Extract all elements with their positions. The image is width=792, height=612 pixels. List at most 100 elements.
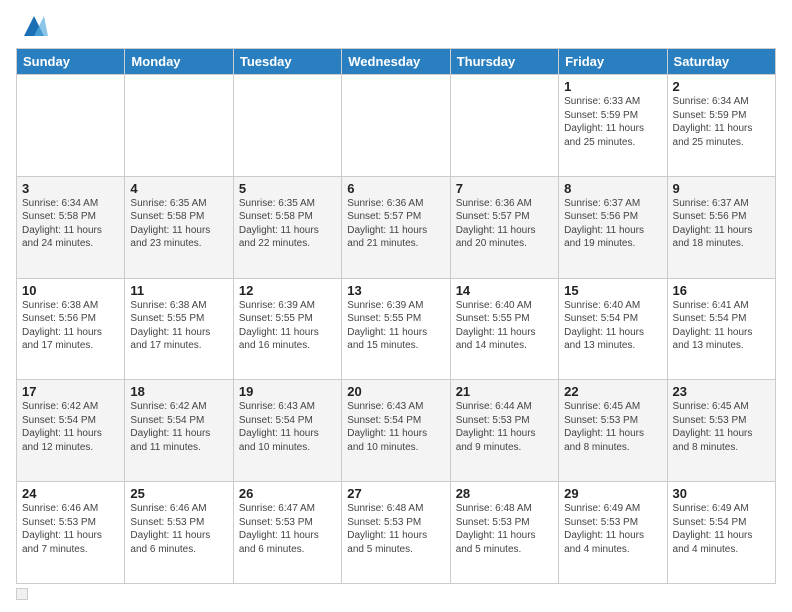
day-number: 1 [564,79,661,94]
calendar-cell: 16Sunrise: 6:41 AM Sunset: 5:54 PM Dayli… [667,278,775,380]
day-number: 23 [673,384,770,399]
day-info: Sunrise: 6:38 AM Sunset: 5:55 PM Dayligh… [130,299,227,353]
calendar-week-row: 1Sunrise: 6:33 AM Sunset: 5:59 PM Daylig… [17,75,776,177]
day-number: 24 [22,486,119,501]
day-info: Sunrise: 6:44 AM Sunset: 5:53 PM Dayligh… [456,400,553,454]
day-number: 13 [347,283,444,298]
day-info: Sunrise: 6:42 AM Sunset: 5:54 PM Dayligh… [130,400,227,454]
page: SundayMondayTuesdayWednesdayThursdayFrid… [0,0,792,612]
day-number: 30 [673,486,770,501]
day-info: Sunrise: 6:48 AM Sunset: 5:53 PM Dayligh… [456,502,553,556]
day-number: 8 [564,181,661,196]
day-info: Sunrise: 6:43 AM Sunset: 5:54 PM Dayligh… [347,400,444,454]
day-info: Sunrise: 6:39 AM Sunset: 5:55 PM Dayligh… [347,299,444,353]
calendar-cell: 23Sunrise: 6:45 AM Sunset: 5:53 PM Dayli… [667,380,775,482]
day-number: 28 [456,486,553,501]
calendar-cell: 2Sunrise: 6:34 AM Sunset: 5:59 PM Daylig… [667,75,775,177]
calendar-cell: 9Sunrise: 6:37 AM Sunset: 5:56 PM Daylig… [667,176,775,278]
day-info: Sunrise: 6:46 AM Sunset: 5:53 PM Dayligh… [22,502,119,556]
day-number: 21 [456,384,553,399]
day-number: 5 [239,181,336,196]
calendar-cell: 13Sunrise: 6:39 AM Sunset: 5:55 PM Dayli… [342,278,450,380]
logo [16,12,48,40]
day-number: 12 [239,283,336,298]
day-info: Sunrise: 6:38 AM Sunset: 5:56 PM Dayligh… [22,299,119,353]
calendar-cell: 24Sunrise: 6:46 AM Sunset: 5:53 PM Dayli… [17,482,125,584]
calendar-week-row: 17Sunrise: 6:42 AM Sunset: 5:54 PM Dayli… [17,380,776,482]
calendar-cell [125,75,233,177]
weekday-header-thursday: Thursday [450,49,558,75]
calendar-cell: 6Sunrise: 6:36 AM Sunset: 5:57 PM Daylig… [342,176,450,278]
calendar-cell: 12Sunrise: 6:39 AM Sunset: 5:55 PM Dayli… [233,278,341,380]
calendar-cell: 1Sunrise: 6:33 AM Sunset: 5:59 PM Daylig… [559,75,667,177]
day-number: 9 [673,181,770,196]
calendar-cell [342,75,450,177]
weekday-header-row: SundayMondayTuesdayWednesdayThursdayFrid… [17,49,776,75]
calendar-cell: 20Sunrise: 6:43 AM Sunset: 5:54 PM Dayli… [342,380,450,482]
day-number: 16 [673,283,770,298]
calendar-cell: 3Sunrise: 6:34 AM Sunset: 5:58 PM Daylig… [17,176,125,278]
calendar-table: SundayMondayTuesdayWednesdayThursdayFrid… [16,48,776,584]
calendar-week-row: 10Sunrise: 6:38 AM Sunset: 5:56 PM Dayli… [17,278,776,380]
footer [16,588,776,600]
day-number: 25 [130,486,227,501]
calendar-cell: 4Sunrise: 6:35 AM Sunset: 5:58 PM Daylig… [125,176,233,278]
day-info: Sunrise: 6:36 AM Sunset: 5:57 PM Dayligh… [456,197,553,251]
calendar-cell: 15Sunrise: 6:40 AM Sunset: 5:54 PM Dayli… [559,278,667,380]
weekday-header-monday: Monday [125,49,233,75]
day-info: Sunrise: 6:47 AM Sunset: 5:53 PM Dayligh… [239,502,336,556]
day-number: 2 [673,79,770,94]
day-info: Sunrise: 6:49 AM Sunset: 5:54 PM Dayligh… [673,502,770,556]
day-info: Sunrise: 6:35 AM Sunset: 5:58 PM Dayligh… [239,197,336,251]
weekday-header-friday: Friday [559,49,667,75]
calendar-cell: 7Sunrise: 6:36 AM Sunset: 5:57 PM Daylig… [450,176,558,278]
day-info: Sunrise: 6:49 AM Sunset: 5:53 PM Dayligh… [564,502,661,556]
header [16,12,776,40]
day-number: 15 [564,283,661,298]
day-info: Sunrise: 6:40 AM Sunset: 5:55 PM Dayligh… [456,299,553,353]
weekday-header-tuesday: Tuesday [233,49,341,75]
weekday-header-sunday: Sunday [17,49,125,75]
calendar-cell: 30Sunrise: 6:49 AM Sunset: 5:54 PM Dayli… [667,482,775,584]
calendar-cell: 26Sunrise: 6:47 AM Sunset: 5:53 PM Dayli… [233,482,341,584]
day-info: Sunrise: 6:35 AM Sunset: 5:58 PM Dayligh… [130,197,227,251]
day-info: Sunrise: 6:37 AM Sunset: 5:56 PM Dayligh… [564,197,661,251]
weekday-header-saturday: Saturday [667,49,775,75]
calendar-week-row: 24Sunrise: 6:46 AM Sunset: 5:53 PM Dayli… [17,482,776,584]
day-info: Sunrise: 6:48 AM Sunset: 5:53 PM Dayligh… [347,502,444,556]
calendar-cell: 27Sunrise: 6:48 AM Sunset: 5:53 PM Dayli… [342,482,450,584]
calendar-cell: 11Sunrise: 6:38 AM Sunset: 5:55 PM Dayli… [125,278,233,380]
calendar-cell: 17Sunrise: 6:42 AM Sunset: 5:54 PM Dayli… [17,380,125,482]
calendar-cell: 14Sunrise: 6:40 AM Sunset: 5:55 PM Dayli… [450,278,558,380]
calendar-cell: 29Sunrise: 6:49 AM Sunset: 5:53 PM Dayli… [559,482,667,584]
calendar-cell [233,75,341,177]
day-number: 29 [564,486,661,501]
day-number: 14 [456,283,553,298]
calendar-cell: 8Sunrise: 6:37 AM Sunset: 5:56 PM Daylig… [559,176,667,278]
day-info: Sunrise: 6:36 AM Sunset: 5:57 PM Dayligh… [347,197,444,251]
day-info: Sunrise: 6:43 AM Sunset: 5:54 PM Dayligh… [239,400,336,454]
daylight-dot [16,588,28,600]
day-number: 4 [130,181,227,196]
day-info: Sunrise: 6:42 AM Sunset: 5:54 PM Dayligh… [22,400,119,454]
day-number: 6 [347,181,444,196]
calendar-cell [17,75,125,177]
logo-icon [20,12,48,40]
calendar-week-row: 3Sunrise: 6:34 AM Sunset: 5:58 PM Daylig… [17,176,776,278]
calendar-cell: 5Sunrise: 6:35 AM Sunset: 5:58 PM Daylig… [233,176,341,278]
day-info: Sunrise: 6:45 AM Sunset: 5:53 PM Dayligh… [564,400,661,454]
day-number: 17 [22,384,119,399]
day-info: Sunrise: 6:34 AM Sunset: 5:58 PM Dayligh… [22,197,119,251]
calendar-cell: 22Sunrise: 6:45 AM Sunset: 5:53 PM Dayli… [559,380,667,482]
day-number: 11 [130,283,227,298]
day-number: 10 [22,283,119,298]
day-info: Sunrise: 6:37 AM Sunset: 5:56 PM Dayligh… [673,197,770,251]
day-number: 27 [347,486,444,501]
day-info: Sunrise: 6:45 AM Sunset: 5:53 PM Dayligh… [673,400,770,454]
day-info: Sunrise: 6:39 AM Sunset: 5:55 PM Dayligh… [239,299,336,353]
calendar-cell [450,75,558,177]
day-number: 7 [456,181,553,196]
day-info: Sunrise: 6:41 AM Sunset: 5:54 PM Dayligh… [673,299,770,353]
day-info: Sunrise: 6:33 AM Sunset: 5:59 PM Dayligh… [564,95,661,149]
day-info: Sunrise: 6:40 AM Sunset: 5:54 PM Dayligh… [564,299,661,353]
